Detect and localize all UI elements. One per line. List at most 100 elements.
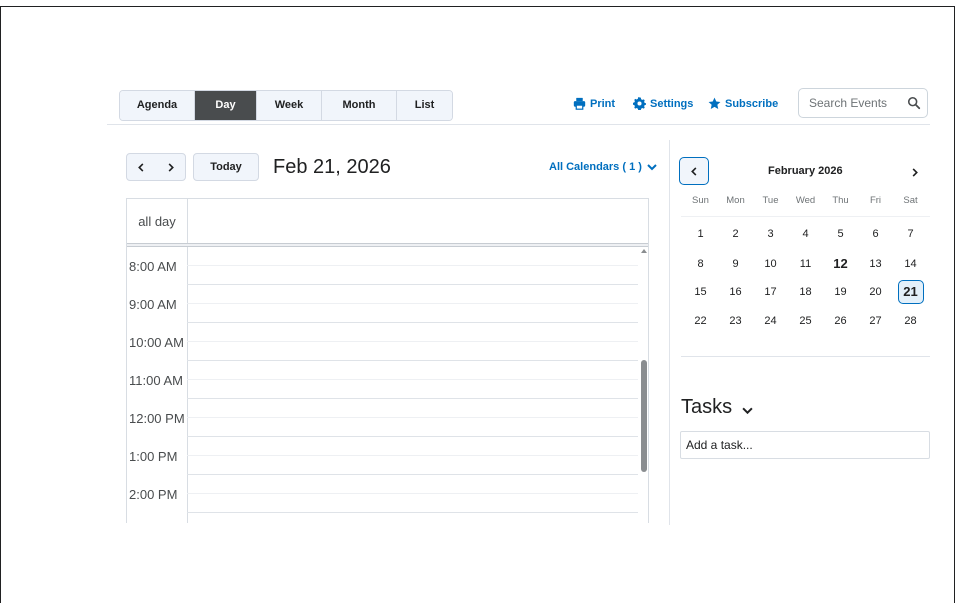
chevron-down-icon [647, 164, 657, 171]
tasks-header[interactable]: Tasks [681, 396, 753, 419]
weekday-header: Sun Mon Tue Wed Thu Fri Sat [683, 195, 928, 206]
gear-icon [633, 97, 646, 110]
hour-label: 12:00 PM [129, 411, 185, 426]
mini-calendar-header-divider [681, 216, 930, 217]
mini-calendar-day[interactable]: 10 [753, 252, 788, 276]
hour-label: 10:00 AM [129, 335, 184, 350]
print-button[interactable]: Print [573, 97, 615, 110]
chevron-right-icon [168, 162, 174, 172]
all-day-label: all day [127, 199, 188, 244]
weekday-label: Mon [726, 195, 745, 206]
mini-calendar-day[interactable]: 9 [718, 252, 753, 276]
mini-calendar-day[interactable]: 8 [683, 252, 718, 276]
previous-day-button[interactable] [127, 154, 156, 180]
grid-scrollbar[interactable] [639, 247, 648, 523]
mini-calendar-day-today[interactable]: 12 [823, 252, 858, 276]
mini-calendar-day[interactable]: 5 [823, 222, 858, 246]
chevron-down-icon [742, 407, 753, 415]
mini-calendar-day[interactable]: 23 [718, 309, 753, 333]
mini-calendar-day[interactable]: 1 [683, 222, 718, 246]
hour-label: 11:00 AM [129, 373, 183, 388]
subscribe-button[interactable]: Subscribe [708, 97, 778, 110]
day-nav-group [126, 153, 186, 181]
selected-day-number: 21 [897, 280, 924, 304]
printer-icon [573, 97, 586, 110]
mini-calendar-next-button[interactable] [906, 164, 922, 180]
mini-calendar-day[interactable]: 2 [718, 222, 753, 246]
mini-calendar-day[interactable]: 15 [683, 280, 718, 304]
weekday-label: Fri [869, 195, 882, 206]
add-task-input[interactable] [680, 431, 930, 459]
mini-calendar-day[interactable]: 24 [753, 309, 788, 333]
search-icon[interactable] [907, 96, 921, 110]
mini-calendar-day[interactable]: 28 [893, 309, 928, 333]
tab-week[interactable]: Week [257, 91, 322, 120]
mini-calendar-day[interactable]: 3 [753, 222, 788, 246]
mini-calendar-day[interactable]: 11 [788, 252, 823, 276]
hour-row[interactable]: 9:00 AM [127, 285, 638, 323]
mini-calendar-day-selected[interactable]: 21 [893, 280, 928, 304]
mini-calendar-title: February 2026 [768, 165, 843, 177]
mini-calendar-day[interactable]: 26 [823, 309, 858, 333]
chevron-left-icon [690, 166, 696, 176]
mini-calendar-day[interactable]: 22 [683, 309, 718, 333]
mini-calendar-week: 22 23 24 25 26 27 28 [683, 309, 928, 333]
hour-row[interactable]: 10:00 AM [127, 323, 638, 361]
search-input[interactable] [809, 95, 899, 111]
mini-calendar-day[interactable]: 19 [823, 280, 858, 304]
hour-row[interactable]: 2:00 PM [127, 475, 638, 513]
hour-label: 9:00 AM [129, 297, 177, 312]
mini-calendar-day[interactable]: 17 [753, 280, 788, 304]
mini-calendar-day[interactable]: 7 [893, 222, 928, 246]
today-button[interactable]: Today [193, 153, 259, 181]
tasks-title: Tasks [681, 396, 733, 418]
tab-month[interactable]: Month [322, 91, 397, 120]
mini-calendar-week: 8 9 10 11 12 13 14 [683, 252, 928, 276]
weekday-label: Tue [762, 195, 779, 206]
mini-calendar-week: 15 16 17 18 19 20 21 [683, 280, 928, 304]
toolbar-divider [107, 124, 930, 125]
mini-calendar-day[interactable]: 20 [858, 280, 893, 304]
mini-calendar-day[interactable]: 27 [858, 309, 893, 333]
day-grid: all day 8:00 AM 9:00 AM 10:00 AM 11:00 A… [126, 198, 649, 523]
chevron-left-icon [138, 162, 144, 172]
scroll-thumb[interactable] [641, 360, 647, 472]
all-day-row[interactable]: all day [127, 199, 648, 244]
mini-calendar-day[interactable]: 4 [788, 222, 823, 246]
calendars-dropdown[interactable]: All Calendars ( 1 ) [549, 161, 657, 173]
hour-label: 1:00 PM [129, 449, 178, 464]
mini-calendar-week: 1 2 3 4 5 6 7 [683, 222, 928, 246]
hour-row[interactable]: 1:00 PM [127, 437, 638, 475]
page-title: Feb 21, 2026 [273, 156, 391, 178]
tab-agenda[interactable]: Agenda [120, 91, 195, 120]
tab-list[interactable]: List [397, 91, 452, 120]
mini-calendar-day[interactable]: 25 [788, 309, 823, 333]
weekday-label: Wed [795, 195, 816, 206]
mini-calendar-day[interactable]: 18 [788, 280, 823, 304]
settings-button[interactable]: Settings [633, 97, 693, 110]
hour-row[interactable]: 8:00 AM [127, 247, 638, 285]
mini-calendar-day[interactable]: 14 [893, 252, 928, 276]
mini-calendar-day[interactable]: 6 [858, 222, 893, 246]
hour-label: 8:00 AM [129, 259, 177, 274]
search-box [798, 88, 928, 118]
weekday-label: Sat [903, 195, 918, 206]
print-label: Print [590, 97, 616, 110]
hour-row[interactable]: 11:00 AM [127, 361, 638, 399]
subscribe-label: Subscribe [725, 97, 779, 110]
hour-rows: 8:00 AM 9:00 AM 10:00 AM 11:00 AM 12:00 … [127, 247, 638, 523]
mini-calendar-day[interactable]: 16 [718, 280, 753, 304]
star-icon [708, 97, 721, 109]
mini-calendar-day[interactable]: 13 [858, 252, 893, 276]
chevron-right-icon [912, 167, 918, 177]
calendars-label: All Calendars ( 1 ) [549, 161, 642, 173]
tab-day[interactable]: Day [195, 91, 257, 120]
next-day-button[interactable] [156, 154, 185, 180]
mini-calendar-prev-button[interactable] [679, 157, 709, 185]
hour-label: 2:00 PM [129, 487, 178, 502]
scroll-up-arrow[interactable] [641, 249, 647, 253]
weekday-label: Thu [832, 195, 849, 206]
hour-row[interactable]: 12:00 PM [127, 399, 638, 437]
view-switcher: Agenda Day Week Month List [119, 90, 453, 121]
weekday-label: Sun [692, 195, 709, 206]
